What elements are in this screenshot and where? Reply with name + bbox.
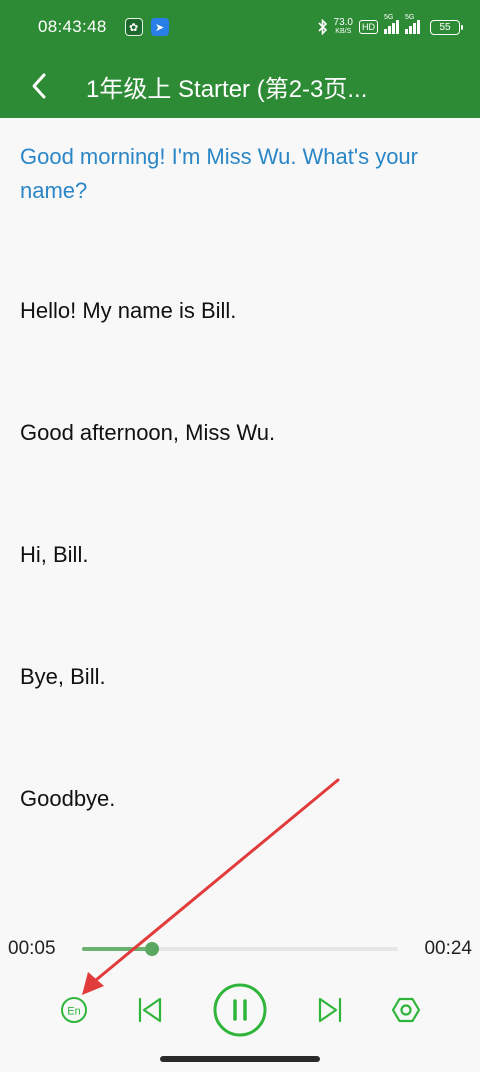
signal-sim1-icon: 5G: [384, 14, 399, 34]
chevron-left-icon: [32, 73, 46, 99]
settings-button[interactable]: [384, 980, 428, 1040]
total-time: 00:24: [424, 938, 472, 959]
lesson-line-3[interactable]: Good afternoon, Miss Wu.: [20, 416, 460, 450]
language-button[interactable]: En: [52, 980, 96, 1040]
lesson-line-2[interactable]: Hello! My name is Bill.: [20, 294, 460, 328]
language-label: En: [67, 1006, 80, 1018]
en-language-icon: En: [61, 997, 87, 1023]
skip-previous-icon: [138, 997, 162, 1023]
lesson-line-6[interactable]: Goodbye.: [20, 782, 460, 816]
skip-next-icon: [318, 997, 342, 1023]
pause-icon: [213, 983, 267, 1037]
next-button[interactable]: [308, 980, 352, 1040]
battery-level: 55: [439, 21, 451, 33]
status-app-icons: ✿ ➤: [124, 18, 169, 36]
net-speed-value: 73.0: [333, 17, 353, 28]
net-speed: 73.0 KB/S: [334, 18, 353, 36]
progress-slider[interactable]: [82, 942, 398, 956]
net-speed-unit: KB/S: [335, 28, 352, 35]
app-a-icon: ✿: [124, 18, 143, 36]
app-b-icon: ➤: [150, 18, 169, 36]
hexagon-settings-icon: [391, 997, 421, 1023]
progress-thumb[interactable]: [144, 942, 159, 956]
lesson-line-4[interactable]: Hi, Bill.: [20, 538, 460, 572]
signal-sim2-icon: 5G: [405, 14, 420, 34]
playback-progress: 00:05 00:24: [0, 930, 480, 970]
player-controls: En: [0, 980, 480, 1040]
hd-badge: HD: [359, 20, 378, 34]
pause-button[interactable]: [210, 980, 270, 1040]
status-bar: 08:43:48 ✿ ➤ 73.0 KB/S HD 5G 5G 55: [0, 0, 480, 54]
status-time: 08:43:48: [38, 17, 107, 36]
lesson-line-5[interactable]: Bye, Bill.: [20, 660, 460, 694]
page-title: 1年级上 Starter (第2-3页...: [86, 75, 368, 103]
bluetooth-icon: [317, 19, 327, 35]
battery-icon: 55: [430, 19, 463, 35]
app-header: 08:43:48 ✿ ➤ 73.0 KB/S HD 5G 5G 55 1年级上 …: [0, 0, 480, 118]
home-indicator[interactable]: [160, 1056, 320, 1062]
sim1-label: 5G: [384, 14, 394, 21]
status-indicators: 73.0 KB/S HD 5G 5G 55: [317, 14, 463, 36]
nav-bar: 1年级上 Starter (第2-3页...: [0, 54, 480, 118]
previous-button[interactable]: [128, 980, 172, 1040]
back-button[interactable]: [14, 61, 64, 111]
lesson-text-list[interactable]: Good morning! I'm Miss Wu. What's your n…: [0, 118, 480, 928]
progress-fill: [82, 947, 152, 951]
lesson-line-1[interactable]: Good morning! I'm Miss Wu. What's your n…: [20, 140, 460, 208]
sim2-label: 5G: [405, 14, 415, 21]
current-time: 00:05: [8, 938, 56, 959]
